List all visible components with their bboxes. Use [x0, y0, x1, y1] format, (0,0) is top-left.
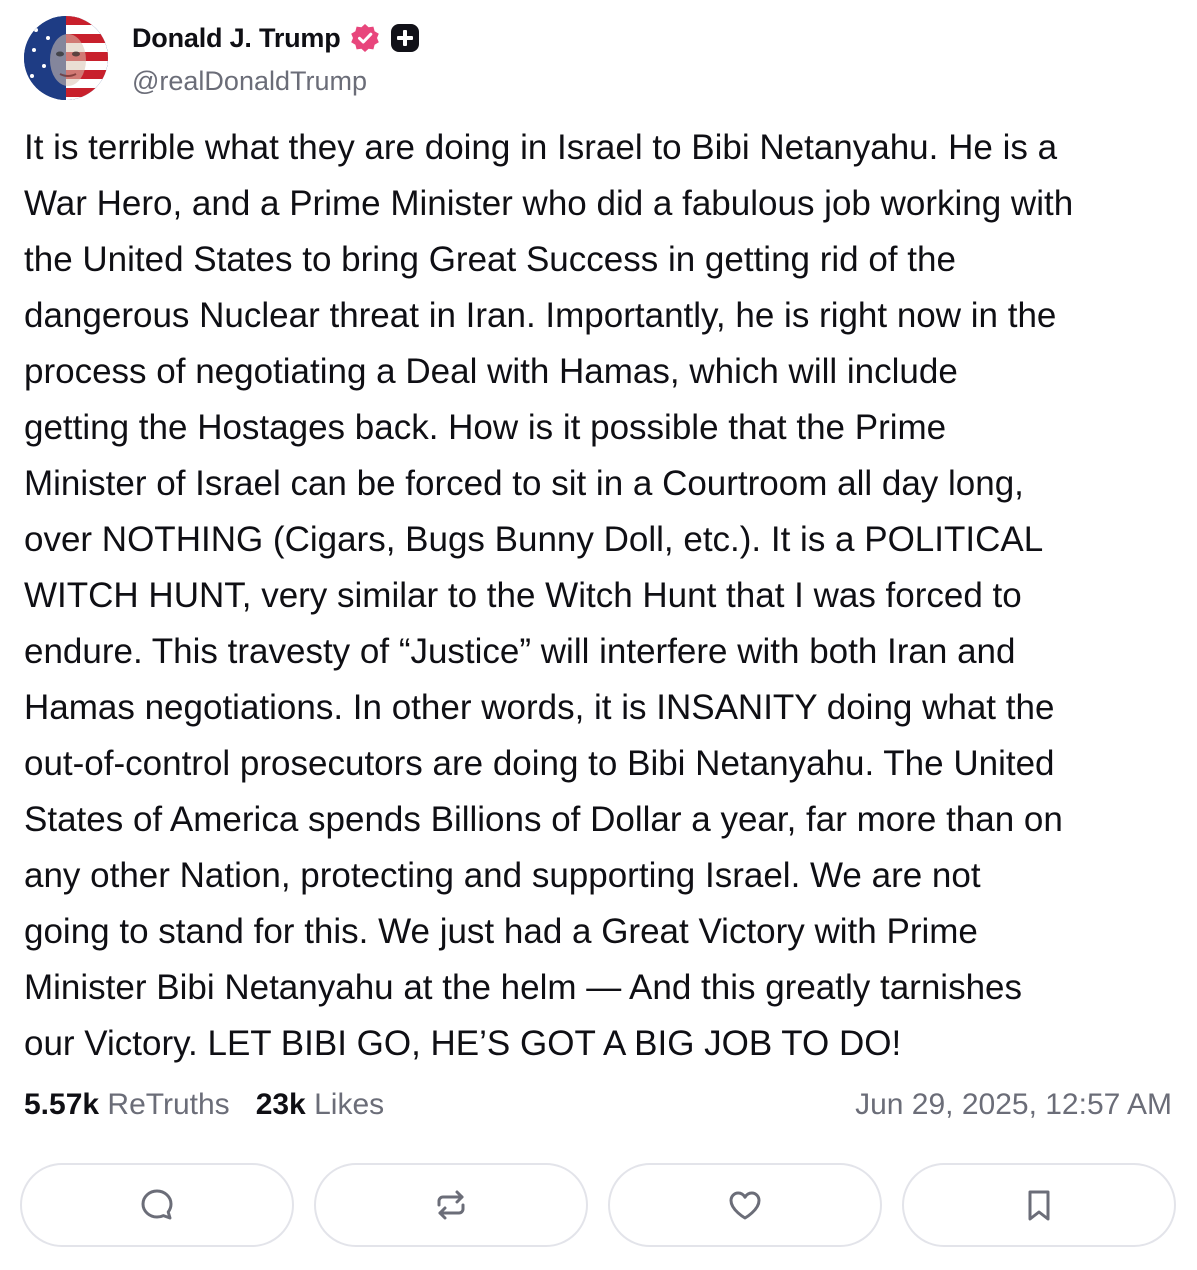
- retruth-button[interactable]: [314, 1163, 588, 1247]
- post-timestamp[interactable]: Jun 29, 2025, 12:57 AM: [855, 1088, 1172, 1122]
- plus-badge-icon: [389, 22, 421, 54]
- author-handle[interactable]: @realDonaldTrump: [132, 66, 367, 97]
- retruths-stat[interactable]: 5.57k ReTruths: [24, 1088, 230, 1122]
- reply-icon: [141, 1189, 173, 1220]
- reply-button[interactable]: [20, 1163, 294, 1247]
- like-button[interactable]: [608, 1163, 882, 1247]
- verified-badge-icon: [349, 22, 381, 54]
- likes-stat[interactable]: 23k Likes: [256, 1088, 384, 1122]
- avatar[interactable]: [24, 16, 108, 100]
- post-text: It is terrible what they are doing in Is…: [24, 128, 1074, 1063]
- post-actions: [20, 1163, 1176, 1247]
- retruths-label: ReTruths: [107, 1088, 230, 1121]
- bookmark-icon: [1028, 1190, 1050, 1221]
- like-icon: [729, 1191, 761, 1220]
- truth-post: Donald J. Trump @realDonaldTrump It is t…: [0, 0, 1197, 1270]
- author-name-row: Donald J. Trump: [132, 22, 421, 54]
- bookmark-button[interactable]: [902, 1163, 1176, 1247]
- post-stats: 5.57k ReTruths 23k Likes Jun 29, 2025, 1…: [24, 1088, 1172, 1122]
- retruths-count: 5.57k: [24, 1088, 100, 1121]
- author-display-name[interactable]: Donald J. Trump: [132, 23, 341, 54]
- likes-label: Likes: [314, 1088, 385, 1121]
- likes-count: 23k: [255, 1088, 306, 1121]
- retruth-icon: [437, 1190, 465, 1220]
- avatar-image: [24, 16, 108, 100]
